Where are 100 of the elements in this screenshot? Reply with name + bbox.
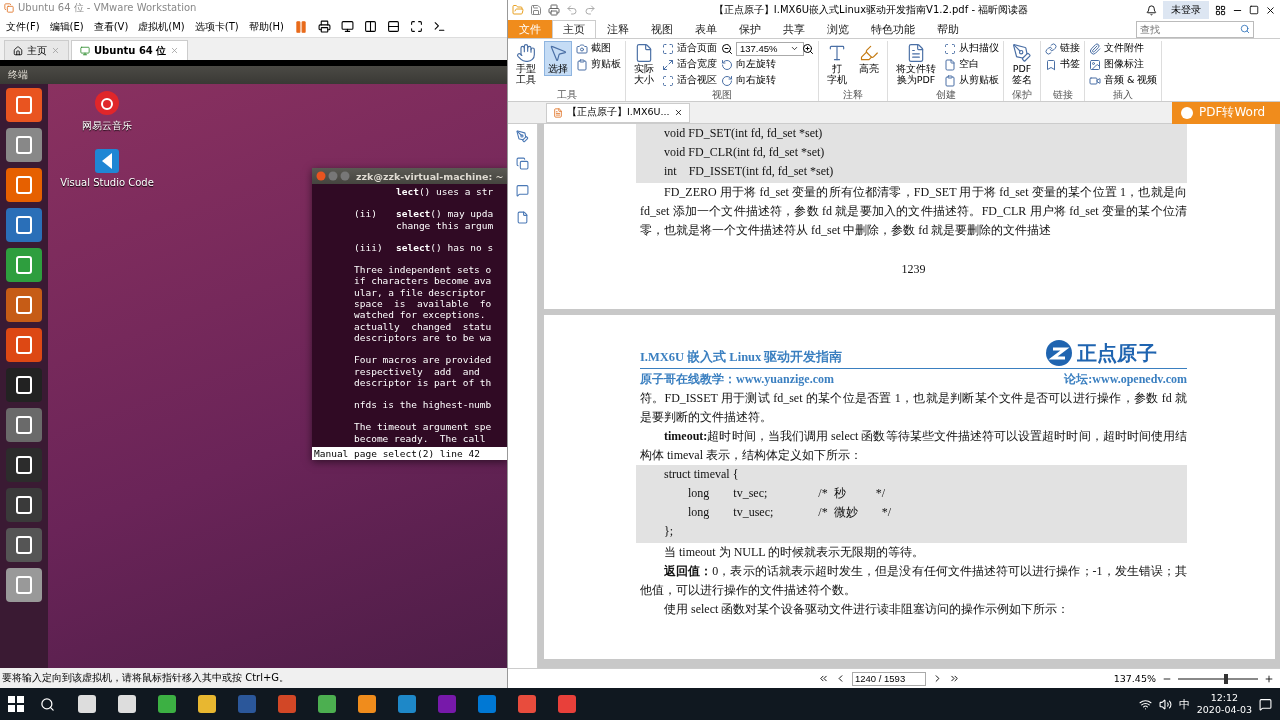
ribbon-button[interactable]: 从扫描仪 [944,41,999,56]
close-icon[interactable] [1265,4,1276,16]
code-editor-icon[interactable] [94,148,120,174]
taskbar-app-icon[interactable] [117,694,137,714]
ribbon-button[interactable]: 音频 & 视频 [1089,73,1158,88]
ribbon-tab[interactable]: 注释 [596,20,640,38]
pen-icon[interactable] [516,130,529,143]
console-icon[interactable] [433,20,447,33]
zoom-in-icon[interactable] [802,42,814,55]
ribbon-button[interactable]: 打 字机 [823,41,851,87]
menu-item[interactable]: 查看(V) [93,19,129,34]
panel-icon[interactable] [364,20,378,33]
network-icon[interactable] [1138,697,1152,711]
first-page-icon[interactable] [818,673,829,684]
ribbon-tab[interactable]: 表单 [684,20,728,38]
search-field[interactable]: 查找 [1136,20,1254,38]
ribbon-button[interactable]: 向左旋转 [721,57,814,72]
logo-text: 正点原子 [1077,343,1157,363]
pause-icon[interactable] [294,19,309,34]
save-icon[interactable] [530,4,542,16]
windows-start-icon[interactable] [8,696,24,712]
taskbar-app-icon[interactable] [197,694,217,714]
top-bar-title: 终端 [0,66,507,84]
panel-icon[interactable] [387,20,401,33]
desktop-icon-label[interactable]: Visual Studio Code [60,177,154,188]
launcher-app-icon[interactable] [6,368,42,402]
fullscreen-icon[interactable] [410,20,424,33]
ribbon-button[interactable]: 空白 [944,57,999,72]
music-app-icon[interactable] [94,90,120,116]
close-icon[interactable] [673,108,683,117]
ribbon-button[interactable]: 手型 工具 [512,41,540,87]
ribbon-button[interactable]: 将文件转 换为PDF [892,41,940,87]
ribbon-tab[interactable]: 视图 [640,20,684,38]
ribbon-button[interactable]: PDF 签名 [1008,41,1036,87]
ribbon-tab[interactable]: 特色功能 [860,20,926,38]
ribbon-button[interactable]: 高亮 [855,41,883,76]
ribbon-button[interactable]: 向右旋转 [721,73,814,88]
last-page-icon[interactable] [949,673,960,684]
ribbon-button[interactable]: 适合宽度 [662,57,717,72]
taskbar-app-icon[interactable] [77,694,97,714]
zoom-field[interactable]: 137.45% [736,41,804,56]
menu-item[interactable]: 选项卡(T) [194,19,239,34]
taskbar-app-icon[interactable] [157,694,177,714]
header-title: I.MX6U 嵌入式 Linux 驱动开发指南 [640,349,843,366]
comment-icon[interactable] [516,184,529,197]
group-label: 保护 [1011,89,1033,101]
paragraph: 返回值：0，表示的话就表示超时发生，但是没有任何文件描述符可以进行操作；-1，发生错误；其他值，可以进行操作的文件描述符个数。 [640,563,1187,599]
menu-item[interactable]: 虚拟机(M) [138,19,185,34]
maximize-icon[interactable] [1249,5,1259,15]
app-icon [4,3,14,13]
bell-icon[interactable] [1146,4,1157,16]
grid-icon[interactable] [1215,4,1226,16]
ribbon-tab[interactable]: 主页 [552,20,596,38]
ribbon-tab[interactable]: 共享 [772,20,816,38]
ribbon-tab[interactable]: 保护 [728,20,772,38]
clock[interactable]: 12:12 2020-04-03 [1196,692,1252,716]
zoom-out-icon[interactable] [721,42,733,55]
document-tab[interactable]: 【正点原子】I.MX6U... [546,102,690,123]
code-line: int FD_ISSET(int fd, fd_set *set) [664,163,835,180]
tab[interactable]: 主页 [4,40,69,60]
search-icon[interactable] [39,696,55,712]
menu-item[interactable]: 编辑(E) [49,19,84,34]
ribbon-button[interactable]: 实际 大小 [630,41,658,87]
launcher-app-icon[interactable] [6,448,42,482]
code-line: long tv_sec; /* 秒 */ [687,485,886,502]
ribbon-button[interactable]: 链接 [1045,41,1080,56]
tab[interactable]: Ubuntu 64 位 [71,40,189,60]
home-icon [13,45,23,56]
link-icon [1045,42,1057,55]
ribbon-button[interactable]: 文件附件 [1089,41,1158,56]
ribbon-tab[interactable]: 浏览 [816,20,860,38]
ribbon-button[interactable]: 剪贴板 [576,57,621,72]
window-controls[interactable] [316,171,350,181]
slider-thumb[interactable] [1224,673,1228,684]
ribbon-button[interactable]: 图像标注 [1089,57,1158,72]
ribbon-button[interactable]: 适合视区 [662,73,717,88]
pages-icon[interactable] [516,157,529,170]
document-icon[interactable] [516,211,529,224]
print-icon[interactable] [548,4,560,16]
launcher-app-icon[interactable] [6,528,42,562]
volume-icon[interactable] [1158,697,1172,711]
ribbon-tab[interactable]: 帮助 [926,20,970,38]
taskbar-app-icon[interactable] [317,694,337,714]
ribbon-button[interactable]: 适合页面 [662,41,717,56]
monitor-icon[interactable] [341,20,355,33]
notification-icon[interactable] [1259,697,1272,711]
ribbon-button[interactable]: 选择 [544,41,572,76]
ribbon-button[interactable]: 截图 [576,41,621,56]
device-icon[interactable] [318,20,332,33]
ribbon-button[interactable]: 从剪贴板 [944,73,999,88]
menu-item[interactable]: 帮助(H) [248,19,285,34]
launcher-app-icon[interactable] [6,488,42,522]
ribbon-button[interactable]: 书签 [1045,57,1080,72]
desktop-icon-label[interactable]: 网易云音乐 [82,119,132,133]
page-field[interactable]: 1240 / 1593 [852,671,926,686]
zoom-in-icon[interactable] [1264,673,1274,684]
taskbar-app-icon[interactable] [357,694,377,714]
menu-item[interactable]: 文件(F) [6,19,40,34]
input-method[interactable]: 中 [1178,696,1190,712]
login-button[interactable]: 未登录 [1163,1,1209,19]
